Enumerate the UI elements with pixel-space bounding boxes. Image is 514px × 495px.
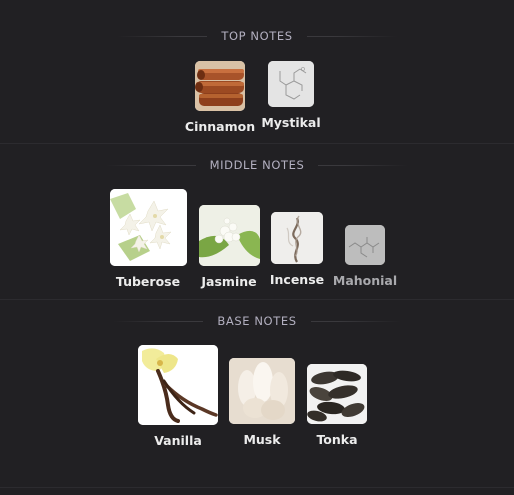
note-label: Vanilla <box>154 433 202 448</box>
divider-left <box>113 320 204 322</box>
note-mystikal[interactable]: O Mystikal <box>258 61 324 130</box>
divider-right <box>318 164 409 166</box>
incense-image <box>271 212 323 264</box>
musk-image <box>229 358 295 424</box>
note-musk[interactable]: Musk <box>228 358 296 447</box>
note-label: Mahonial <box>332 273 398 288</box>
section-divider <box>0 299 514 300</box>
note-jasmine[interactable]: Jasmine <box>196 205 262 289</box>
note-label: Jasmine <box>201 274 257 289</box>
section-divider <box>0 143 514 144</box>
note-label: Tonka <box>316 432 358 447</box>
jasmine-image <box>198 205 260 266</box>
note-label: Tuberose <box>115 274 181 289</box>
note-label: Incense <box>269 272 325 287</box>
note-tuberose[interactable]: Tuberose <box>108 189 188 289</box>
divider-right <box>306 35 397 37</box>
section-divider <box>0 487 514 488</box>
note-mahonial[interactable]: Mahonial <box>332 225 398 288</box>
vanilla-image <box>138 345 218 425</box>
cinnamon-image <box>195 61 245 111</box>
tuberose-image <box>109 189 187 266</box>
base-notes-header: BASE NOTES <box>0 311 514 331</box>
middle-notes-title: MIDDLE NOTES <box>209 158 305 172</box>
top-notes-title: TOP NOTES <box>221 29 293 43</box>
molecule-image: O <box>268 61 314 107</box>
divider-right <box>310 320 401 322</box>
tonka-image <box>307 364 367 424</box>
note-label: Cinnamon <box>184 119 256 134</box>
note-cinnamon[interactable]: Cinnamon <box>184 61 256 134</box>
note-label: Mystikal <box>261 115 321 130</box>
note-tonka[interactable]: Tonka <box>304 364 370 447</box>
top-notes-header: TOP NOTES <box>0 26 514 46</box>
molecule-image <box>345 225 385 265</box>
base-notes-title: BASE NOTES <box>217 314 297 328</box>
divider-left <box>117 35 208 37</box>
note-incense[interactable]: Incense <box>267 212 327 287</box>
middle-notes-header: MIDDLE NOTES <box>0 155 514 175</box>
svg-text:O: O <box>301 67 305 73</box>
divider-left <box>105 164 196 166</box>
note-label: Musk <box>243 432 281 447</box>
note-vanilla[interactable]: Vanilla <box>137 345 219 448</box>
